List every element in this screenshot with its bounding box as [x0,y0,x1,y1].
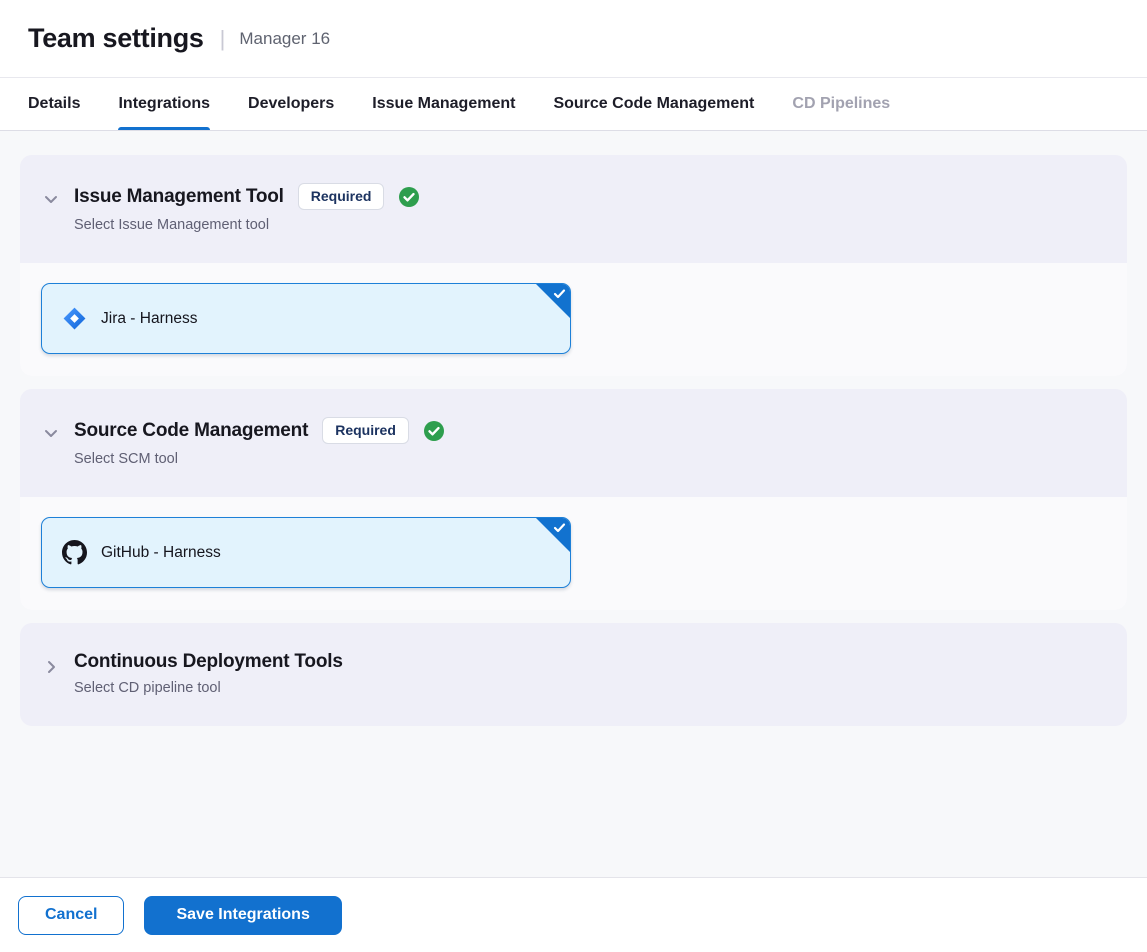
jira-icon [62,306,87,331]
required-badge: Required [322,417,409,444]
integrations-panel: Issue Management Tool Required Select Is… [0,131,1147,726]
page-subtitle: Manager 16 [239,29,330,49]
tool-label: GitHub - Harness [101,544,221,562]
tool-card-jira[interactable]: Jira - Harness [41,283,571,354]
section-title: Source Code Management [74,420,308,442]
tab-details[interactable]: Details [28,78,80,130]
page-title: Team settings [28,23,204,54]
tab-integrations[interactable]: Integrations [118,78,210,130]
cancel-button[interactable]: Cancel [18,896,124,935]
tab-bar: Details Integrations Developers Issue Ma… [0,78,1147,131]
section-issue-management-header[interactable]: Issue Management Tool Required Select Is… [20,155,1127,263]
section-source-code-management: Source Code Management Required Select S… [20,389,1127,610]
tool-card-github[interactable]: GitHub - Harness [41,517,571,588]
page-header: Team settings | Manager 16 [0,0,1147,78]
section-subtitle: Select Issue Management tool [74,217,420,233]
required-badge: Required [298,183,385,210]
selected-check-icon [552,520,567,535]
footer-action-bar: Cancel Save Integrations [0,877,1147,952]
chevron-down-icon[interactable] [41,423,61,443]
save-integrations-button[interactable]: Save Integrations [144,896,341,935]
section-issue-management-tool: Issue Management Tool Required Select Is… [20,155,1127,376]
github-icon [62,540,87,565]
section-cd-header[interactable]: Continuous Deployment Tools Select CD pi… [20,623,1127,726]
section-continuous-deployment: Continuous Deployment Tools Select CD pi… [20,623,1127,726]
tab-cd-pipelines[interactable]: CD Pipelines [792,78,890,130]
chevron-right-icon[interactable] [41,657,61,677]
chevron-down-icon[interactable] [41,189,61,209]
section-scm-header[interactable]: Source Code Management Required Select S… [20,389,1127,497]
tab-developers[interactable]: Developers [248,78,334,130]
section-subtitle: Select SCM tool [74,451,445,467]
selected-check-icon [552,286,567,301]
tool-label: Jira - Harness [101,310,197,328]
title-separator: | [220,26,226,52]
tab-source-code-management[interactable]: Source Code Management [553,78,754,130]
check-circle-icon [423,420,445,442]
section-title: Continuous Deployment Tools [74,651,343,673]
tab-issue-management[interactable]: Issue Management [372,78,515,130]
check-circle-icon [398,186,420,208]
section-subtitle: Select CD pipeline tool [74,680,343,696]
section-title: Issue Management Tool [74,186,284,208]
